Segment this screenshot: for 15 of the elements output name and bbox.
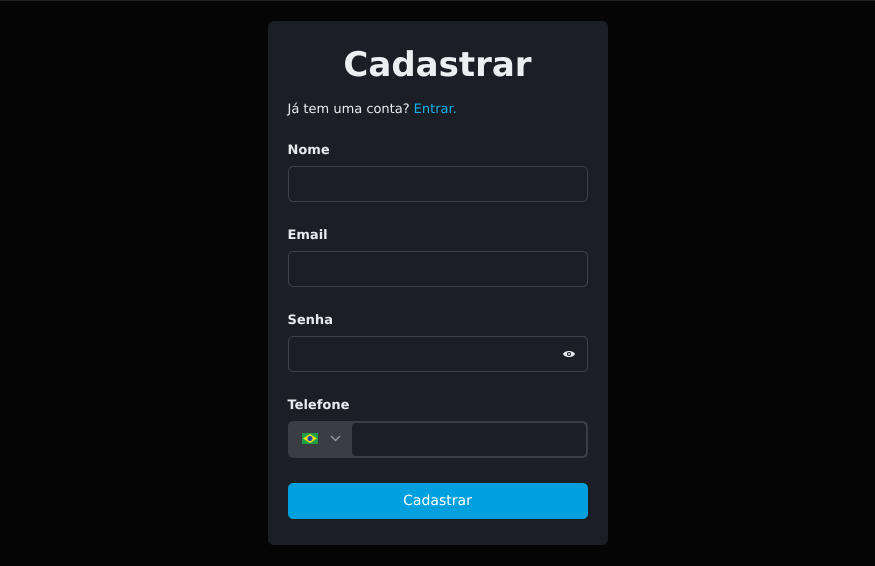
field-label: Email xyxy=(288,228,329,244)
phone-field[interactable] xyxy=(288,421,588,458)
login-link[interactable]: Entrar. xyxy=(414,102,457,117)
field-label: Nome xyxy=(288,143,331,159)
flag-icon xyxy=(302,432,318,444)
password-field[interactable] xyxy=(288,336,588,372)
eye-icon[interactable] xyxy=(562,350,574,358)
field-label: Telefone xyxy=(288,398,350,414)
phone-input[interactable] xyxy=(352,423,586,456)
chevron-down-icon xyxy=(330,434,340,442)
field-label: Senha xyxy=(288,313,334,329)
text-field[interactable] xyxy=(288,251,588,287)
text-field[interactable] xyxy=(288,166,588,202)
login-prompt: Já tem uma conta? xyxy=(288,102,410,117)
form-title: Cadastrar xyxy=(342,44,533,87)
